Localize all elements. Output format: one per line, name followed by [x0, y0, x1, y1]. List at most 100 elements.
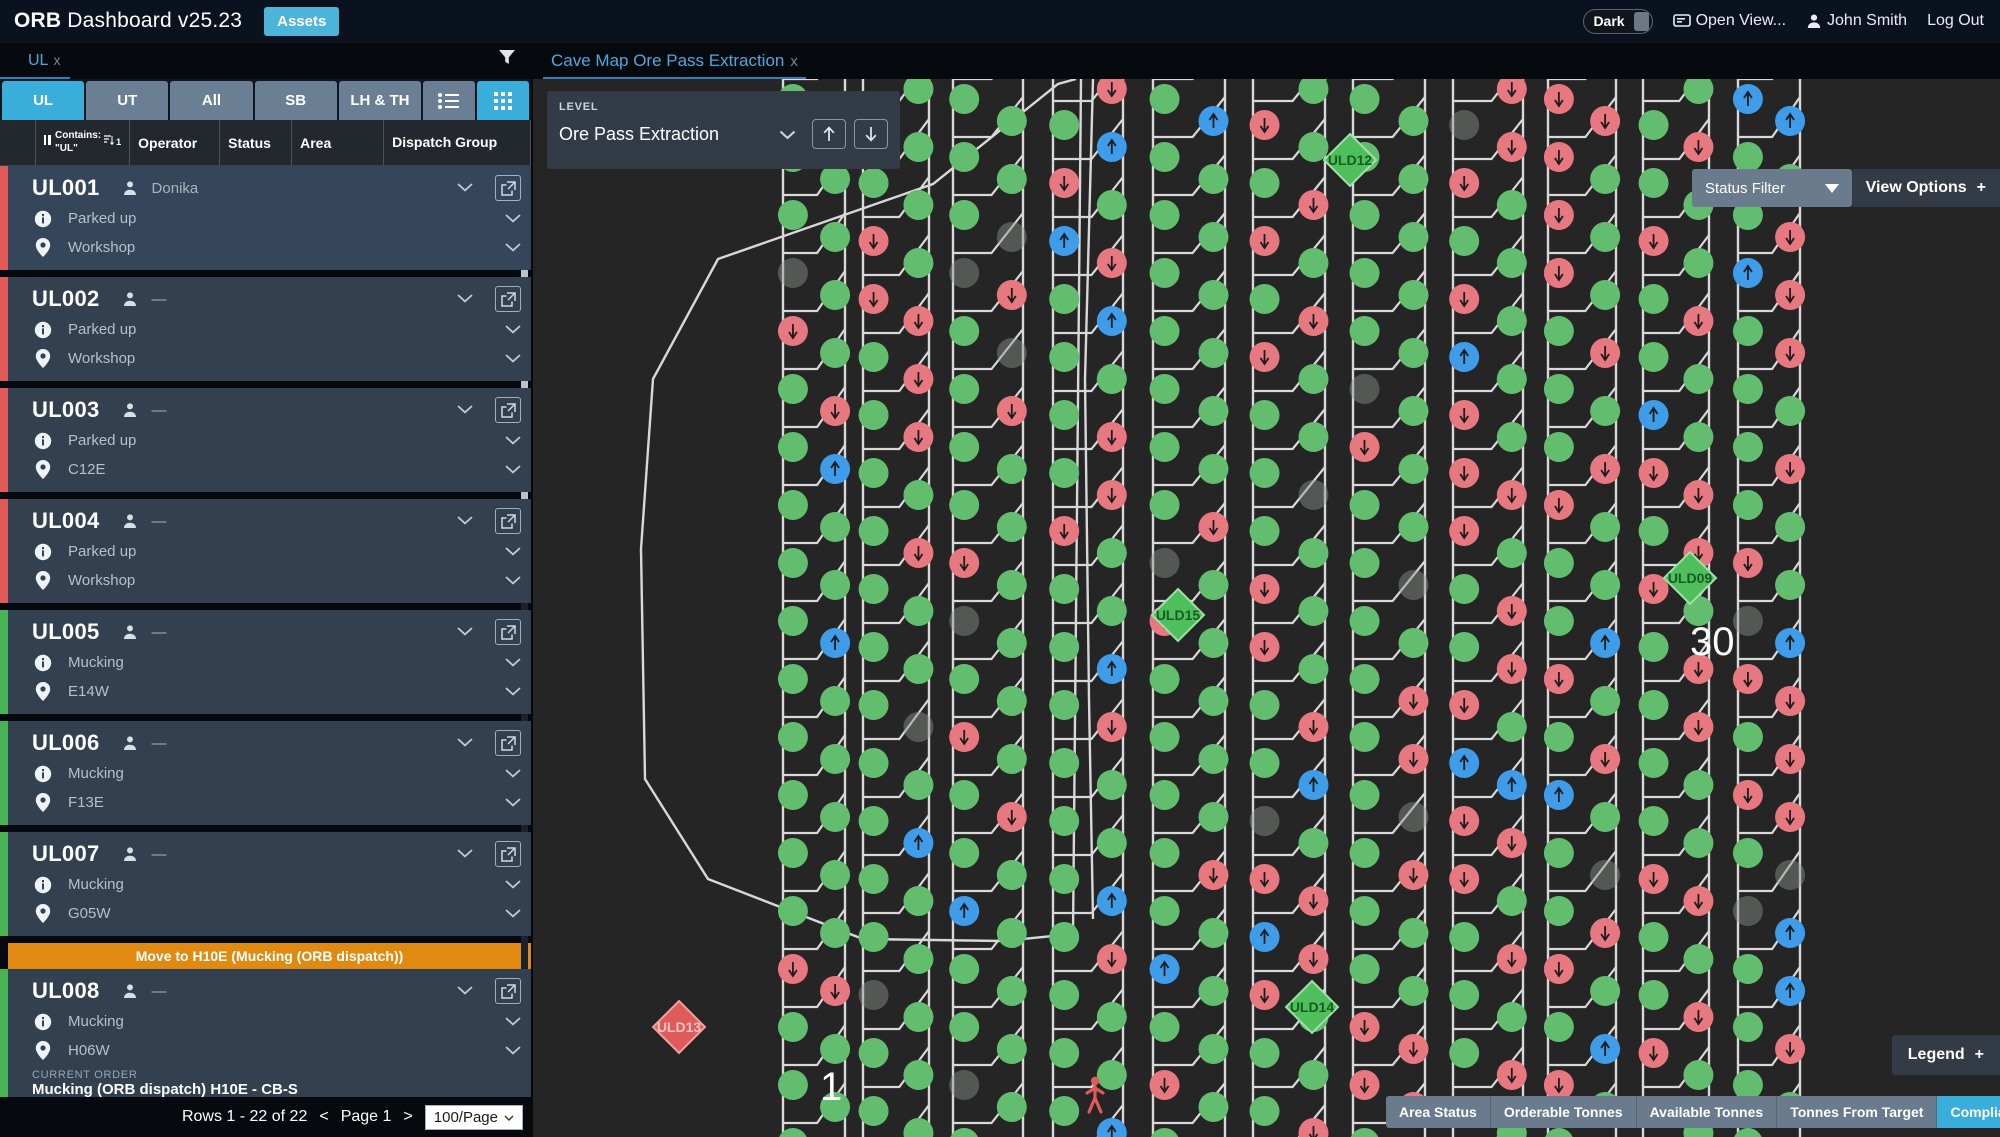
ore-pass-node[interactable] [949, 200, 980, 230]
ore-pass-node[interactable] [858, 516, 889, 546]
ore-pass-node[interactable] [1349, 954, 1380, 984]
ore-pass-node[interactable] [1543, 1012, 1574, 1042]
ore-pass-node[interactable] [1198, 454, 1229, 484]
ore-pass-node[interactable] [1049, 748, 1080, 778]
ore-pass-node[interactable] [1496, 190, 1527, 220]
ore-pass-node[interactable] [1638, 400, 1669, 430]
ore-pass-node[interactable] [858, 574, 889, 604]
ore-pass-node[interactable] [777, 374, 808, 404]
ore-pass-node[interactable] [1249, 574, 1280, 604]
ore-pass-node[interactable] [996, 164, 1027, 194]
ore-pass-node[interactable] [1149, 258, 1180, 288]
ore-pass-node[interactable] [1775, 1034, 1806, 1064]
ore-pass-node[interactable] [1149, 200, 1180, 230]
status-chevron-icon[interactable] [505, 765, 521, 783]
per-page-select[interactable]: 100/Page [424, 1104, 523, 1130]
ore-pass-node[interactable] [1732, 84, 1763, 114]
ore-pass-node[interactable] [1198, 802, 1229, 832]
ore-pass-node[interactable] [1732, 780, 1763, 810]
map-metric-tab[interactable]: Orderable Tonnes [1490, 1096, 1637, 1128]
ore-pass-node[interactable] [1349, 896, 1380, 926]
ore-pass-node[interactable] [1149, 1012, 1180, 1042]
ore-pass-node[interactable] [820, 1034, 851, 1064]
ore-pass-node[interactable] [996, 744, 1027, 774]
ore-pass-node[interactable] [1198, 628, 1229, 658]
ore-pass-node[interactable] [1683, 480, 1714, 510]
ore-pass-node[interactable] [1298, 596, 1329, 626]
ore-pass-node[interactable] [820, 976, 851, 1006]
area-chevron-icon[interactable] [505, 794, 521, 812]
asset-expand-chevron-icon[interactable] [457, 290, 473, 308]
ore-pass-node[interactable] [1543, 838, 1574, 868]
ore-pass-node[interactable] [1249, 980, 1280, 1010]
ore-pass-node[interactable] [1198, 280, 1229, 310]
ore-pass-node[interactable] [1298, 770, 1329, 800]
ore-pass-node[interactable] [903, 248, 934, 278]
ore-pass-node[interactable] [1638, 980, 1669, 1010]
ore-pass-node[interactable] [1298, 248, 1329, 278]
asset-card[interactable]: UL001 Donika Parked up Workshop [0, 166, 531, 270]
column-operator[interactable]: Operator [130, 120, 221, 165]
filter-icon[interactable] [497, 47, 531, 79]
open-asset-detail-button[interactable] [495, 286, 521, 312]
ore-pass-node[interactable] [949, 548, 980, 578]
ore-pass-node[interactable] [1049, 1096, 1080, 1126]
ore-pass-node[interactable] [1775, 918, 1806, 948]
ore-pass-node[interactable] [1096, 770, 1127, 800]
ore-pass-node[interactable] [996, 976, 1027, 1006]
asset-card[interactable]: UL002 — Parked up Workshop [0, 277, 531, 381]
ore-pass-node[interactable] [1543, 200, 1574, 230]
ore-pass-node[interactable] [858, 864, 889, 894]
ore-pass-node[interactable] [1590, 280, 1621, 310]
ore-pass-node[interactable] [1398, 106, 1429, 136]
ore-pass-node[interactable] [777, 780, 808, 810]
ore-pass-node[interactable] [1449, 284, 1480, 314]
status-chevron-icon[interactable] [505, 210, 521, 228]
ore-pass-node[interactable] [1449, 632, 1480, 662]
ore-pass-node[interactable] [1590, 338, 1621, 368]
ore-pass-node[interactable] [777, 838, 808, 868]
ore-pass-node[interactable] [996, 222, 1027, 252]
ore-pass-node[interactable] [1198, 338, 1229, 368]
ore-pass-node[interactable] [1775, 686, 1806, 716]
column-area[interactable]: Area [292, 120, 385, 165]
ore-pass-node[interactable] [1590, 396, 1621, 426]
ore-pass-node[interactable] [1683, 770, 1714, 800]
ore-pass-node[interactable] [1496, 654, 1527, 684]
theme-toggle[interactable]: Dark [1583, 8, 1653, 34]
ore-pass-node[interactable] [1449, 516, 1480, 546]
segment-ul[interactable]: UL [2, 81, 85, 120]
ore-pass-node[interactable] [1349, 780, 1380, 810]
ore-pass-node[interactable] [949, 606, 980, 636]
ore-pass-node[interactable] [1049, 574, 1080, 604]
open-asset-detail-button[interactable] [495, 619, 521, 645]
ore-pass-node[interactable] [1543, 84, 1574, 114]
ore-pass-node[interactable] [1249, 458, 1280, 488]
ore-pass-node[interactable] [1543, 374, 1574, 404]
ore-pass-node[interactable] [1638, 1038, 1669, 1068]
ore-pass-node[interactable] [903, 828, 934, 858]
ore-pass-node[interactable] [1349, 664, 1380, 694]
ore-pass-node[interactable] [1096, 364, 1127, 394]
dispatch-order-banner[interactable]: Move to H10E (Mucking (ORB dispatch)) [8, 943, 531, 969]
ore-pass-node[interactable] [1543, 548, 1574, 578]
column-id-filter[interactable]: Contains: "UL" 1 [36, 120, 131, 165]
ore-pass-node[interactable] [1149, 374, 1180, 404]
ore-pass-node[interactable] [1096, 190, 1127, 220]
equipment-marker[interactable]: ULD13 [651, 999, 707, 1055]
ore-pass-node[interactable] [1732, 954, 1763, 984]
ore-pass-node[interactable] [1298, 944, 1329, 974]
legend-button[interactable]: Legend + [1891, 1035, 2000, 1075]
ore-pass-node[interactable] [1249, 1096, 1280, 1126]
ore-pass-node[interactable] [1398, 396, 1429, 426]
ore-pass-node[interactable] [1775, 222, 1806, 252]
ore-pass-node[interactable] [777, 954, 808, 984]
ore-pass-node[interactable] [1732, 374, 1763, 404]
ore-pass-node[interactable] [1049, 806, 1080, 836]
ore-pass-node[interactable] [1349, 1070, 1380, 1100]
ore-pass-node[interactable] [1049, 690, 1080, 720]
ore-pass-node[interactable] [1775, 280, 1806, 310]
ore-pass-node[interactable] [1096, 712, 1127, 742]
ore-pass-node[interactable] [903, 132, 934, 162]
segment-lh-th[interactable]: LH & TH [338, 81, 422, 120]
